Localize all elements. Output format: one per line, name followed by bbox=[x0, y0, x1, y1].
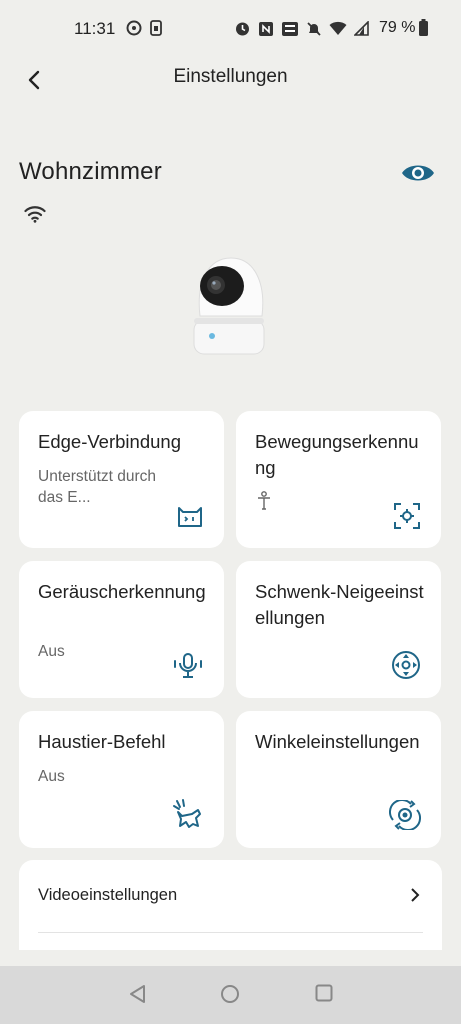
pan-tilt-icon bbox=[392, 651, 420, 679]
chat-bubble-icon bbox=[126, 20, 142, 36]
volte-icon bbox=[282, 21, 298, 36]
person-icon bbox=[258, 491, 270, 510]
card-subtitle: Aus bbox=[38, 768, 65, 785]
cell-signal-icon bbox=[354, 21, 369, 36]
list-item-label: Videoeinstellungen bbox=[38, 886, 178, 904]
system-nav-bar bbox=[0, 966, 461, 1024]
card-pet-command[interactable]: Haustier-Befehl Aus bbox=[19, 711, 224, 848]
chevron-right-icon bbox=[411, 888, 420, 902]
eye-icon bbox=[402, 165, 434, 181]
card-sound-detection[interactable]: Geräuscherkennung Aus bbox=[19, 561, 224, 698]
status-time: 11:31 bbox=[74, 19, 116, 38]
device-name: Wohnzimmer bbox=[19, 158, 162, 185]
notifications-off-icon bbox=[307, 21, 321, 36]
pet-icon bbox=[173, 799, 201, 828]
nav-recents-button[interactable] bbox=[315, 984, 333, 1007]
circle-home-icon bbox=[221, 985, 239, 1003]
square-recents-icon bbox=[315, 984, 333, 1002]
nfc-icon bbox=[259, 21, 273, 36]
card-title: Bewegungserkennung bbox=[255, 431, 419, 478]
app-header: Einstellungen bbox=[0, 56, 461, 100]
settings-list: Videoeinstellungen bbox=[19, 860, 442, 950]
card-subtitle: Unterstützt durch das E... bbox=[38, 468, 157, 506]
card-edge-connection[interactable]: Edge-Verbindung Unterstützt durch das E.… bbox=[19, 411, 224, 548]
sim-card-icon bbox=[150, 20, 162, 36]
card-subtitle: Aus bbox=[38, 643, 65, 660]
motion-detection-icon bbox=[394, 503, 420, 529]
wifi-signal-icon bbox=[24, 206, 46, 223]
alarm-icon bbox=[236, 22, 249, 36]
battery-icon bbox=[419, 19, 428, 36]
status-bar: 11:31 79 % bbox=[0, 0, 461, 56]
nav-back-button[interactable] bbox=[128, 984, 148, 1009]
triangle-back-icon bbox=[130, 985, 145, 1003]
wifi-status-icon bbox=[329, 21, 347, 35]
camera-image bbox=[193, 257, 265, 355]
angle-rotate-icon bbox=[389, 800, 421, 830]
robot-face-icon bbox=[178, 507, 202, 527]
card-title: Winkeleinstellungen bbox=[255, 731, 420, 752]
nav-home-button[interactable] bbox=[220, 984, 240, 1009]
card-title: Schwenk-Neigeeinstellungen bbox=[255, 581, 424, 628]
card-title: Haustier-Befehl bbox=[38, 731, 166, 752]
page-title: Einstellungen bbox=[173, 66, 288, 87]
divider bbox=[38, 932, 423, 933]
card-pan-tilt-settings[interactable]: Schwenk-Neigeeinstellungen bbox=[236, 561, 441, 698]
card-title: Edge-Verbindung bbox=[38, 431, 181, 452]
list-item-video-settings[interactable]: Videoeinstellungen bbox=[19, 860, 442, 932]
microphone-icon bbox=[174, 653, 202, 678]
card-title: Geräuscherkennung bbox=[38, 581, 206, 602]
card-motion-detection[interactable]: Bewegungserkennung bbox=[236, 411, 441, 548]
card-angle-settings[interactable]: Winkeleinstellungen bbox=[236, 711, 441, 848]
battery-percentage: 79 % bbox=[379, 19, 416, 36]
privacy-view-button[interactable] bbox=[399, 158, 437, 188]
